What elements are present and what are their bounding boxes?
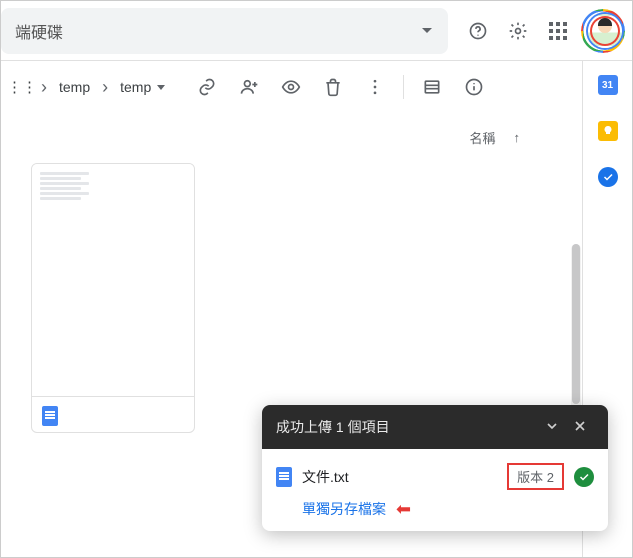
trash-icon[interactable] <box>313 67 353 107</box>
breadcrumb-current[interactable]: temp <box>112 75 173 99</box>
breadcrumb-root[interactable]: ⋮⋮ <box>7 78 37 96</box>
keep-icon[interactable] <box>598 121 618 141</box>
upload-toast: 成功上傳 1 個項目 文件.txt 版本 2 單獨另存檔案 ⬅ <box>262 405 608 531</box>
search-dropdown[interactable]: 端硬碟 <box>1 8 448 54</box>
list-view-icon[interactable] <box>412 67 452 107</box>
success-check-icon <box>574 467 594 487</box>
share-person-add-icon[interactable] <box>229 67 269 107</box>
apps-grid-icon[interactable] <box>538 11 578 51</box>
annotation-arrow-icon: ⬅ <box>396 499 411 520</box>
uploaded-file-name: 文件.txt <box>302 467 497 487</box>
sort-arrow-up-icon[interactable]: ↑ <box>514 130 521 145</box>
search-text: 端硬碟 <box>9 19 414 43</box>
dropdown-caret-icon <box>157 85 165 90</box>
toast-collapse-icon[interactable] <box>538 418 566 437</box>
file-thumbnail <box>32 164 194 396</box>
keep-separate-link[interactable]: 單獨另存檔案 <box>302 499 386 519</box>
calendar-icon[interactable]: 31 <box>598 75 618 95</box>
breadcrumb-item[interactable]: temp <box>51 75 98 99</box>
sort-label[interactable]: 名稱 <box>469 128 495 147</box>
file-card[interactable] <box>31 163 195 433</box>
divider <box>403 75 404 99</box>
version-badge: 版本 2 <box>507 463 564 490</box>
toast-close-icon[interactable] <box>566 418 594 437</box>
docs-file-icon <box>42 406 58 426</box>
account-avatar[interactable] <box>584 12 622 50</box>
chevron-right-icon: › <box>41 77 47 98</box>
more-vert-icon[interactable] <box>355 67 395 107</box>
toast-body: 文件.txt 版本 2 單獨另存檔案 ⬅ <box>262 449 608 531</box>
tasks-icon[interactable] <box>598 167 618 187</box>
get-link-icon[interactable] <box>187 67 227 107</box>
toast-header: 成功上傳 1 個項目 <box>262 405 608 449</box>
keep-separate-row: 單獨另存檔案 ⬅ <box>302 498 594 519</box>
preview-eye-icon[interactable] <box>271 67 311 107</box>
info-icon[interactable] <box>454 67 494 107</box>
dropdown-caret-icon <box>422 28 432 33</box>
docs-file-icon <box>276 467 292 487</box>
help-icon[interactable] <box>458 11 498 51</box>
sort-row: 名稱 ↑ <box>13 114 570 157</box>
app-header: 端硬碟 <box>1 1 632 61</box>
toast-title: 成功上傳 1 個項目 <box>276 417 538 437</box>
uploaded-file-row: 文件.txt 版本 2 <box>276 463 594 490</box>
file-card-footer <box>32 396 194 433</box>
file-grid <box>13 157 570 433</box>
chevron-right-icon: › <box>102 77 108 98</box>
settings-gear-icon[interactable] <box>498 11 538 51</box>
toolbar: ⋮⋮ › temp › temp <box>1 61 582 113</box>
